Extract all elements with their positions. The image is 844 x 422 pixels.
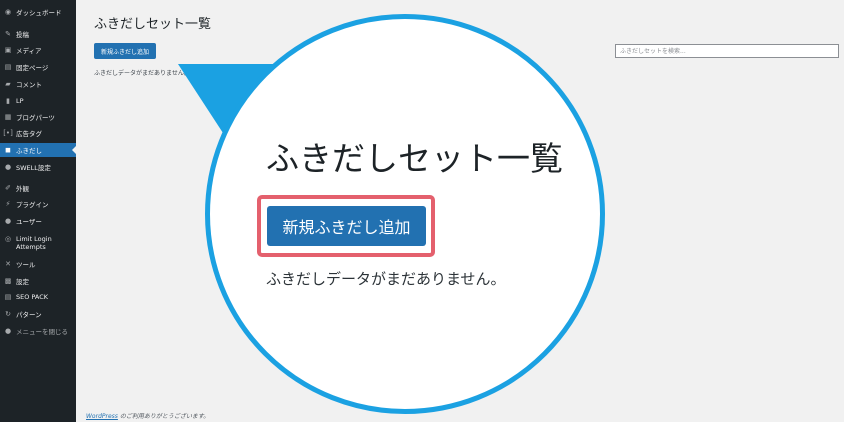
sidebar-item-label: ブログパーツ	[16, 114, 55, 122]
sidebar-item-label: パターン	[16, 311, 42, 319]
sidebar-item-label: 固定ページ	[16, 64, 49, 72]
sidebar-item-tools[interactable]: ✕ ツール	[0, 257, 76, 271]
zoom-highlight-frame: 新規ふきだし追加	[257, 195, 435, 257]
sidebar-item-label: 投稿	[16, 31, 29, 39]
sidebar-item-label: 設定	[16, 278, 29, 286]
user-icon: ●	[4, 217, 12, 225]
seo-pack-icon: ▤	[4, 293, 12, 301]
collapse-menu-icon: ●	[4, 327, 12, 335]
pattern-icon: ↻	[5, 310, 11, 318]
sidebar-item-label: メディア	[16, 47, 42, 55]
sidebar-item-dashboard[interactable]: ◉ ダッシュボード	[0, 5, 76, 19]
limit-login-icon: ◎	[4, 235, 12, 243]
sidebar-item-label: Limit Login Attempts	[16, 235, 52, 251]
sidebar-item-label: プラグイン	[16, 201, 49, 209]
sidebar-item-label: SWELL設定	[16, 164, 51, 172]
sidebar-item-ad-tag[interactable]: [•] 広告タグ	[0, 126, 76, 140]
lp-icon: ▮	[6, 97, 10, 105]
zoom-add-new-fukidashi-button[interactable]: 新規ふきだし追加	[267, 206, 426, 246]
sidebar-item-label: メニューを閉じる	[16, 328, 68, 336]
page-icon: ▤	[4, 63, 12, 71]
sidebar-item-settings[interactable]: ▩ 設定	[0, 274, 76, 288]
sidebar-item-seo-pack[interactable]: ▤ SEO PACK	[0, 290, 76, 304]
sidebar-item-blog-parts[interactable]: ▦ ブログパーツ	[0, 110, 76, 124]
page-title: ふきだしセット一覧	[94, 17, 212, 32]
sidebar-item-label: 外観	[16, 185, 29, 193]
tools-icon: ✕	[5, 260, 11, 268]
ad-tag-icon: [•]	[3, 129, 13, 137]
sidebar-item-swell-settings[interactable]: ● SWELL設定	[0, 160, 76, 174]
sidebar-item-media[interactable]: ▣ メディア	[0, 43, 76, 57]
zoom-callout-circle: ふきだしセット一覧 新規ふきだし追加 ふきだしデータがまだありません。	[205, 14, 605, 414]
dashboard-icon: ◉	[4, 8, 12, 16]
pin-icon: ✎	[5, 30, 11, 38]
sidebar-item-patterns[interactable]: ↻ パターン	[0, 307, 76, 321]
sidebar-item-label: SEO PACK	[16, 293, 49, 301]
plugin-icon: ⚡	[5, 200, 11, 208]
sidebar-item-plugins[interactable]: ⚡ プラグイン	[0, 197, 76, 211]
media-icon: ▣	[4, 46, 12, 54]
search-input[interactable]	[615, 44, 839, 58]
add-new-fukidashi-button[interactable]: 新規ふきだし追加	[94, 43, 156, 59]
sidebar-item-label: ダッシュボード	[16, 9, 62, 17]
settings-icon: ▩	[4, 277, 12, 285]
sidebar-item-label: LP	[16, 97, 24, 105]
sidebar-item-comments[interactable]: ▰ コメント	[0, 77, 76, 91]
blog-parts-icon: ▦	[4, 113, 12, 121]
swell-icon: ●	[4, 163, 12, 171]
sidebar-item-users[interactable]: ● ユーザー	[0, 214, 76, 228]
admin-sidebar: ◉ ダッシュボード ✎ 投稿 ▣ メディア ▤ 固定ページ ▰ コメント ▮ L…	[0, 0, 76, 422]
speech-bubble-icon: ◼	[5, 146, 11, 154]
sidebar-item-posts[interactable]: ✎ 投稿	[0, 27, 76, 41]
sidebar-item-label: ふきだし	[16, 147, 42, 155]
sidebar-item-lp[interactable]: ▮ LP	[0, 94, 76, 108]
wordpress-link[interactable]: WordPress	[86, 413, 118, 420]
sidebar-item-label: ツール	[16, 261, 36, 269]
appearance-icon: ✐	[5, 184, 11, 192]
sidebar-item-limit-login[interactable]: ◎ Limit Login Attempts	[0, 232, 76, 254]
sidebar-item-pages[interactable]: ▤ 固定ページ	[0, 60, 76, 74]
comment-icon: ▰	[5, 80, 11, 88]
sidebar-item-label: コメント	[16, 81, 42, 89]
collapse-menu-button[interactable]: ● メニューを閉じる	[0, 324, 76, 338]
zoom-empty-message: ふきだしデータがまだありません。	[266, 270, 506, 288]
empty-message: ふきだしデータがまだありません。	[94, 70, 190, 77]
sidebar-item-fukidashi[interactable]: ◼ ふきだし	[0, 143, 76, 157]
sidebar-item-appearance[interactable]: ✐ 外観	[0, 181, 76, 195]
zoom-page-title: ふきだしセット一覧	[266, 139, 563, 178]
footer-credit: WordPress のご利用ありがとうございます。	[86, 411, 209, 420]
sidebar-item-label: 広告タグ	[16, 130, 42, 138]
footer-text: のご利用ありがとうございます。	[117, 413, 210, 420]
sidebar-item-label: ユーザー	[16, 218, 42, 226]
